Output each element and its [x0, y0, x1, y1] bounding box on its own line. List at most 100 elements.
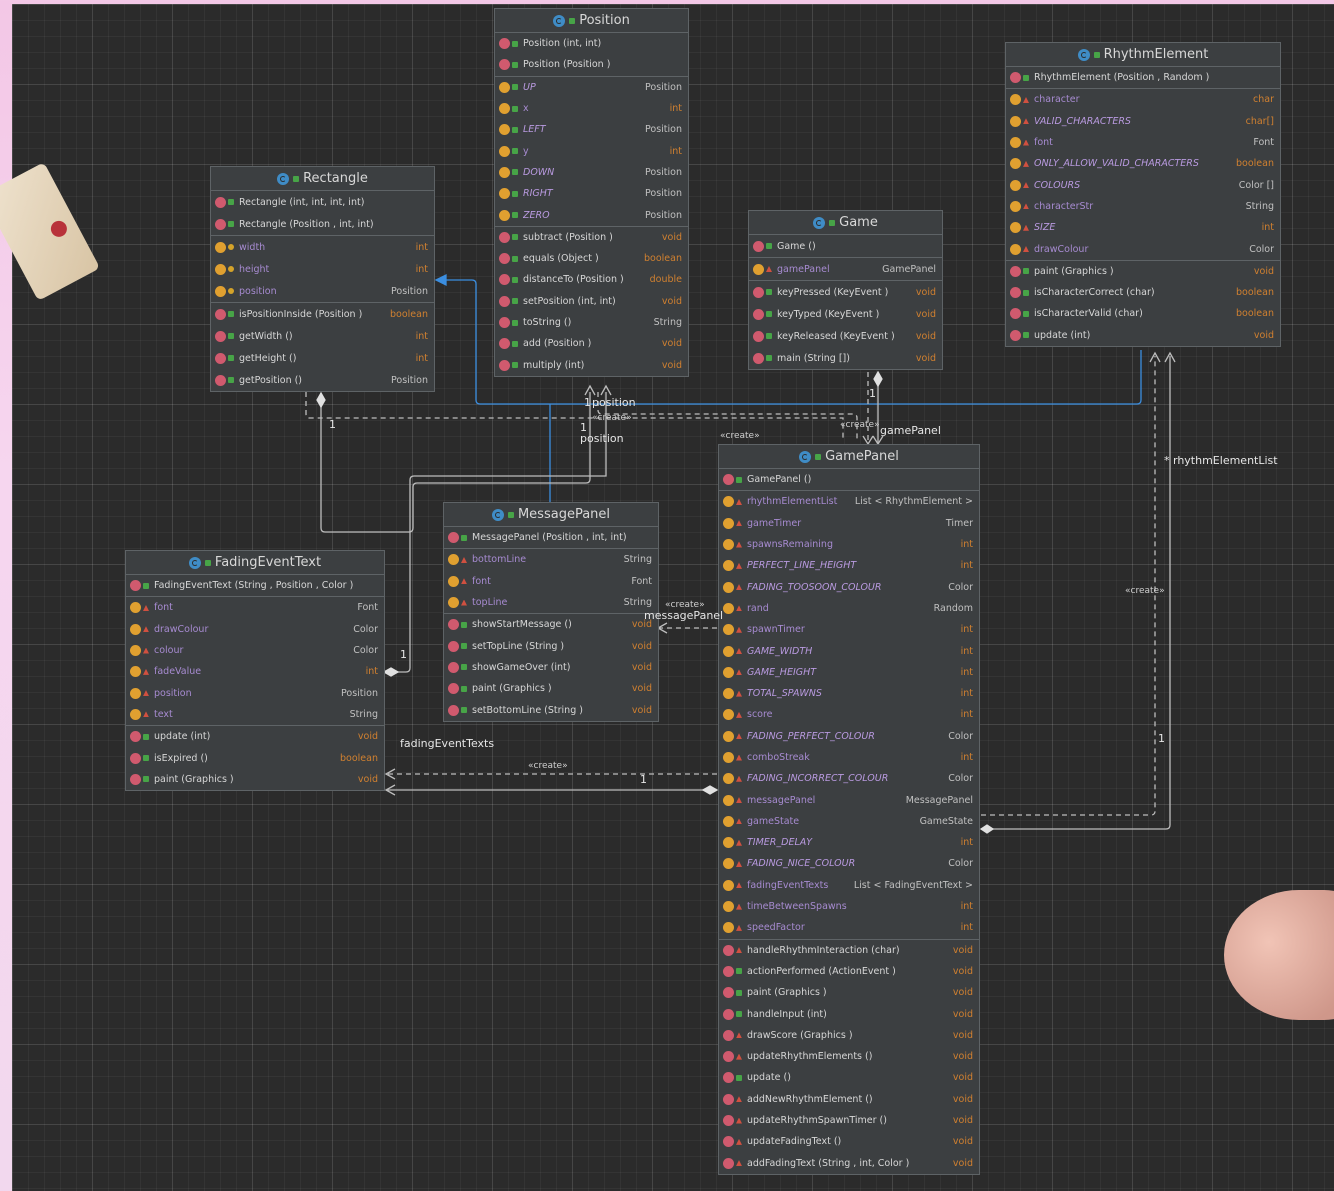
field-row-perfect-line-height[interactable]: PERFECT_LINE_HEIGHT int	[719, 555, 979, 576]
field-row-character-str[interactable]: characterStr String	[1006, 196, 1280, 217]
class-game-panel[interactable]: GamePanel GamePanel() rhythmElementList Lis…	[718, 444, 980, 1175]
field-row-draw-colour[interactable]: drawColour Color	[126, 619, 384, 640]
field-row-rand[interactable]: rand Random	[719, 598, 979, 619]
method-row-game-panel[interactable]: GamePanel()	[719, 469, 979, 490]
method-row-is-position-inside[interactable]: isPositionInside (Position ) boolean	[211, 303, 434, 325]
method-row-set-bottom-line[interactable]: setBottomLine (String ) void	[444, 699, 658, 720]
class-header[interactable]: FadingEventText	[126, 551, 384, 575]
method-row-action-performed[interactable]: actionPerformed (ActionEvent ) void	[719, 961, 979, 982]
field-row-game-state[interactable]: gameState GameState	[719, 811, 979, 832]
method-row-rectangle[interactable]: Rectangle (int, int, int, int)	[211, 191, 434, 213]
class-position[interactable]: Position Position (int, int) Position (Posit…	[494, 8, 689, 377]
method-row-position[interactable]: Position (Position )	[495, 54, 688, 75]
method-row-add[interactable]: add (Position ) void	[495, 333, 688, 354]
field-row-fading-nice-colour[interactable]: FADING_NICE_COLOUR Color	[719, 853, 979, 874]
method-row-get-width[interactable]: getWidth() int	[211, 325, 434, 347]
field-row-spawn-timer[interactable]: spawnTimer int	[719, 619, 979, 640]
class-header[interactable]: MessagePanel	[444, 503, 658, 527]
method-row-paint[interactable]: paint (Graphics ) void	[1006, 261, 1280, 282]
field-row-draw-colour[interactable]: drawColour Color	[1006, 238, 1280, 259]
method-row-paint[interactable]: paint (Graphics ) void	[126, 769, 384, 790]
method-row-update-rhythm-spawn-timer[interactable]: updateRhythmSpawnTimer() void	[719, 1110, 979, 1131]
method-row-update[interactable]: update (int) void	[126, 726, 384, 747]
method-row-paint[interactable]: paint (Graphics ) void	[444, 678, 658, 699]
field-row-fading-incorrect-colour[interactable]: FADING_INCORRECT_COLOUR Color	[719, 768, 979, 789]
method-row-add-new-rhythm-element[interactable]: addNewRhythmElement() void	[719, 1089, 979, 1110]
method-row-get-position[interactable]: getPosition() Position	[211, 369, 434, 391]
field-row-message-panel[interactable]: messagePanel MessagePanel	[719, 789, 979, 810]
method-row-position[interactable]: Position (int, int)	[495, 33, 688, 54]
class-rectangle[interactable]: Rectangle Rectangle (int, int, int, int) Re…	[210, 166, 435, 392]
method-row-game[interactable]: Game()	[749, 235, 942, 257]
field-row-combo-streak[interactable]: comboStreak int	[719, 747, 979, 768]
field-row-width[interactable]: width int	[211, 236, 434, 258]
field-row-rhythm-element-list[interactable]: rhythmElementList List < RhythmElement >	[719, 491, 979, 512]
method-row-key-pressed[interactable]: keyPressed (KeyEvent ) void	[749, 281, 942, 303]
field-row-fading-perfect-colour[interactable]: FADING_PERFECT_COLOUR Color	[719, 726, 979, 747]
field-row-text[interactable]: text String	[126, 704, 384, 725]
method-row-update-rhythm-elements[interactable]: updateRhythmElements() void	[719, 1046, 979, 1067]
method-row-subtract[interactable]: subtract (Position ) void	[495, 227, 688, 248]
method-row-update[interactable]: update() void	[719, 1067, 979, 1088]
class-message-panel[interactable]: MessagePanel MessagePanel (Position , int,…	[443, 502, 659, 722]
method-row-equals[interactable]: equals (Object ) boolean	[495, 248, 688, 269]
field-row-down[interactable]: DOWN Position	[495, 162, 688, 183]
field-row-speed-factor[interactable]: speedFactor int	[719, 917, 979, 938]
method-row-is-character-valid[interactable]: isCharacterValid (char) boolean	[1006, 303, 1280, 324]
field-row-fade-value[interactable]: fadeValue int	[126, 661, 384, 682]
method-row-fading-event-text[interactable]: FadingEventText (String , Position , Colo…	[126, 575, 384, 596]
field-row-game-width[interactable]: GAME_WIDTH int	[719, 640, 979, 661]
method-row-rectangle[interactable]: Rectangle (Position , int, int)	[211, 213, 434, 235]
field-row-character[interactable]: character char	[1006, 89, 1280, 110]
field-row-font[interactable]: font Font	[126, 597, 384, 618]
field-row-total-spawns[interactable]: TOTAL_SPAWNS int	[719, 683, 979, 704]
field-row-position[interactable]: position Position	[211, 280, 434, 302]
class-header[interactable]: RhythmElement	[1006, 43, 1280, 67]
field-row-fading-toosoon-colour[interactable]: FADING_TOOSOON_COLOUR Color	[719, 576, 979, 597]
field-row-game-panel[interactable]: gamePanel GamePanel	[749, 258, 942, 280]
method-row-add-fading-text[interactable]: addFadingText (String , int, Color ) void	[719, 1153, 979, 1174]
method-row-handle-rhythm-interaction[interactable]: handleRhythmInteraction (char) void	[719, 940, 979, 961]
class-header[interactable]: Position	[495, 9, 688, 33]
method-row-set-position[interactable]: setPosition (int, int) void	[495, 291, 688, 312]
method-row-show-game-over[interactable]: showGameOver (int) void	[444, 657, 658, 678]
field-row-spawns-remaining[interactable]: spawnsRemaining int	[719, 534, 979, 555]
method-row-message-panel[interactable]: MessagePanel (Position , int, int)	[444, 527, 658, 548]
field-row-score[interactable]: score int	[719, 704, 979, 725]
method-row-key-typed[interactable]: keyTyped (KeyEvent ) void	[749, 303, 942, 325]
method-row-is-character-correct[interactable]: isCharacterCorrect (char) boolean	[1006, 282, 1280, 303]
field-row-colours[interactable]: COLOURS Color []	[1006, 174, 1280, 195]
field-row-timer-delay[interactable]: TIMER_DELAY int	[719, 832, 979, 853]
method-row-is-expired[interactable]: isExpired() boolean	[126, 747, 384, 768]
method-row-update-fading-text[interactable]: updateFadingText() void	[719, 1131, 979, 1152]
method-row-draw-score[interactable]: drawScore (Graphics ) void	[719, 1025, 979, 1046]
method-row-update[interactable]: update (int) void	[1006, 325, 1280, 346]
method-row-set-top-line[interactable]: setTopLine (String ) void	[444, 635, 658, 656]
field-row-time-between-spawns[interactable]: timeBetweenSpawns int	[719, 896, 979, 917]
field-row-y[interactable]: y int	[495, 140, 688, 161]
field-row-size[interactable]: SIZE int	[1006, 217, 1280, 238]
method-row-distance-to[interactable]: distanceTo (Position ) double	[495, 269, 688, 290]
class-header[interactable]: Rectangle	[211, 167, 434, 191]
method-row-to-string[interactable]: toString() String	[495, 312, 688, 333]
field-row-game-timer[interactable]: gameTimer Timer	[719, 513, 979, 534]
field-row-game-height[interactable]: GAME_HEIGHT int	[719, 662, 979, 683]
method-row-main[interactable]: main (String []) void	[749, 347, 942, 369]
field-row-x[interactable]: x int	[495, 98, 688, 119]
method-row-paint[interactable]: paint (Graphics ) void	[719, 982, 979, 1003]
field-row-top-line[interactable]: topLine String	[444, 592, 658, 613]
field-row-right[interactable]: RIGHT Position	[495, 183, 688, 204]
field-row-only-allow-valid-characters[interactable]: ONLY_ALLOW_VALID_CHARACTERS boolean	[1006, 153, 1280, 174]
class-fading-event-text[interactable]: FadingEventText FadingEventText (String , …	[125, 550, 385, 791]
class-rhythm-element[interactable]: RhythmElement RhythmElement (Position , Ra…	[1005, 42, 1281, 347]
field-row-colour[interactable]: colour Color	[126, 640, 384, 661]
method-row-multiply[interactable]: multiply (int) void	[495, 354, 688, 375]
field-row-bottom-line[interactable]: bottomLine String	[444, 549, 658, 570]
field-row-up[interactable]: UP Position	[495, 77, 688, 98]
method-row-get-height[interactable]: getHeight() int	[211, 347, 434, 369]
field-row-height[interactable]: height int	[211, 258, 434, 280]
field-row-fading-event-texts[interactable]: fadingEventTexts List < FadingEventText >	[719, 875, 979, 896]
class-header[interactable]: Game	[749, 211, 942, 235]
field-row-font[interactable]: font Font	[444, 571, 658, 592]
method-row-key-released[interactable]: keyReleased (KeyEvent ) void	[749, 325, 942, 347]
